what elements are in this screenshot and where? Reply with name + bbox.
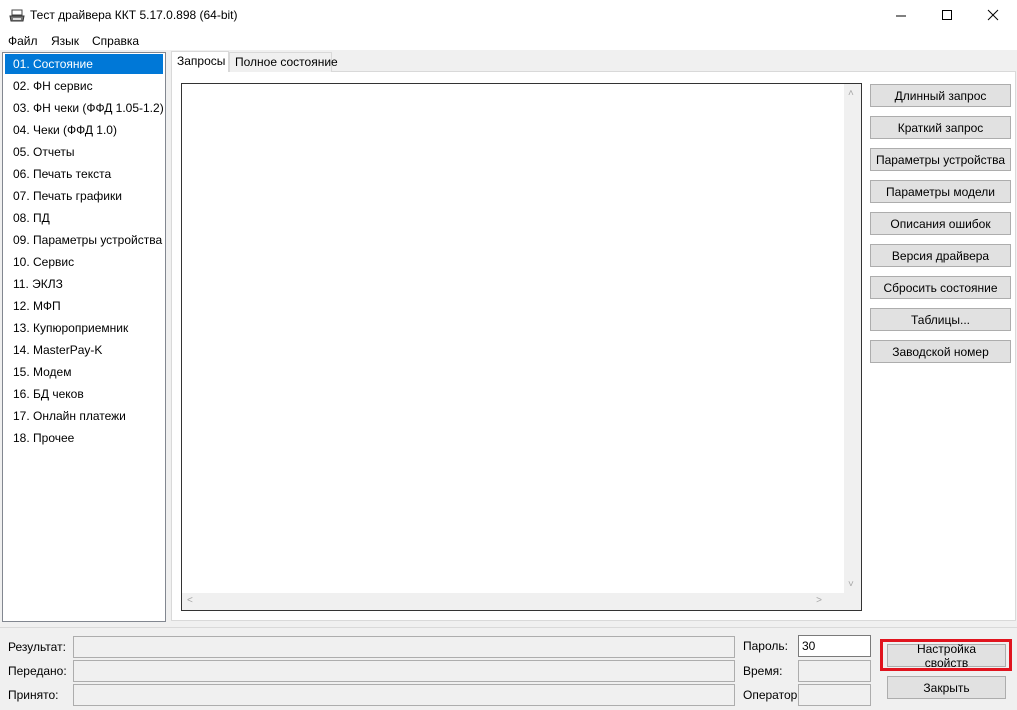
nav-item-service[interactable]: 10. Сервис — [5, 252, 163, 272]
output-textarea[interactable]: ˄ ˅ < > — [181, 83, 862, 611]
scroll-corner — [844, 593, 861, 610]
menu-file[interactable]: Файл — [8, 34, 38, 48]
window-title: Тест драйвера ККТ 5.17.0.898 (64-bit) — [30, 8, 238, 22]
scroll-right-icon[interactable]: > — [816, 596, 822, 606]
device-params-button[interactable]: Параметры устройства — [870, 148, 1011, 171]
section-list[interactable]: 01. Состояние 02. ФН сервис 03. ФН чеки … — [2, 52, 166, 622]
nav-item-state[interactable]: 01. Состояние — [5, 54, 163, 74]
nav-item-online-payments[interactable]: 17. Онлайн платежи — [5, 406, 163, 426]
menu-help[interactable]: Справка — [92, 34, 139, 48]
maximize-button[interactable] — [924, 0, 970, 30]
model-params-button[interactable]: Параметры модели — [870, 180, 1011, 203]
nav-item-print-graphics[interactable]: 07. Печать графики — [5, 186, 163, 206]
nav-item-bill-acceptor[interactable]: 13. Купюроприемник — [5, 318, 163, 338]
close-button[interactable]: Закрыть — [887, 676, 1006, 699]
operator-field — [798, 684, 871, 706]
printer-icon — [9, 8, 25, 24]
highlight-box — [880, 639, 1012, 671]
minimize-button[interactable] — [878, 0, 924, 30]
nav-item-mfp[interactable]: 12. МФП — [5, 296, 163, 316]
minimize-icon — [896, 15, 906, 17]
result-label: Результат: — [8, 640, 66, 654]
horizontal-scrollbar[interactable]: < > — [182, 593, 844, 610]
scroll-up-icon[interactable]: ˄ — [848, 89, 854, 99]
received-field — [73, 684, 735, 706]
scroll-left-icon[interactable]: < — [187, 596, 193, 606]
nav-item-receipts[interactable]: 04. Чеки (ФФД 1.0) — [5, 120, 163, 140]
status-separator — [0, 627, 1017, 628]
sent-field — [73, 660, 735, 682]
time-field — [798, 660, 871, 682]
nav-item-fn-receipts[interactable]: 03. ФН чеки (ФФД 1.05-1.2) — [5, 98, 164, 118]
maximize-icon — [942, 10, 952, 20]
menu-bar: Файл Язык Справка — [0, 32, 1017, 50]
operator-label: Оператор: — [743, 688, 801, 702]
error-descriptions-button[interactable]: Описания ошибок — [870, 212, 1011, 235]
reset-state-button[interactable]: Сбросить состояние — [870, 276, 1011, 299]
tab-requests[interactable]: Запросы — [171, 51, 229, 72]
title-bar: Тест драйвера ККТ 5.17.0.898 (64-bit) — [0, 0, 1017, 32]
scroll-down-icon[interactable]: ˅ — [848, 580, 854, 590]
password-input[interactable]: 30 — [798, 635, 871, 657]
time-label: Время: — [743, 664, 783, 678]
nav-item-fn-service[interactable]: 02. ФН сервис — [5, 76, 163, 96]
nav-item-print-text[interactable]: 06. Печать текста — [5, 164, 163, 184]
nav-item-pd[interactable]: 08. ПД — [5, 208, 163, 228]
nav-item-eklz[interactable]: 11. ЭКЛЗ — [5, 274, 163, 294]
nav-item-receipt-db[interactable]: 16. БД чеков — [5, 384, 163, 404]
nav-item-device-params[interactable]: 09. Параметры устройства — [5, 230, 163, 250]
nav-item-modem[interactable]: 15. Модем — [5, 362, 163, 382]
result-field — [73, 636, 735, 658]
vertical-scrollbar[interactable]: ˄ ˅ — [844, 84, 861, 594]
tab-full-state[interactable]: Полное состояние — [229, 52, 338, 72]
received-label: Принято: — [8, 688, 59, 702]
menu-language[interactable]: Язык — [51, 34, 79, 48]
password-label: Пароль: — [743, 639, 788, 653]
tables-button[interactable]: Таблицы... — [870, 308, 1011, 331]
close-window-button[interactable] — [970, 0, 1016, 30]
sent-label: Передано: — [8, 664, 67, 678]
nav-item-other[interactable]: 18. Прочее — [5, 428, 163, 448]
close-icon — [987, 9, 999, 21]
nav-item-reports[interactable]: 05. Отчеты — [5, 142, 163, 162]
short-request-button[interactable]: Краткий запрос — [870, 116, 1011, 139]
serial-number-button[interactable]: Заводской номер — [870, 340, 1011, 363]
long-request-button[interactable]: Длинный запрос — [870, 84, 1011, 107]
nav-item-masterpay[interactable]: 14. MasterPay-K — [5, 340, 163, 360]
driver-version-button[interactable]: Версия драйвера — [870, 244, 1011, 267]
